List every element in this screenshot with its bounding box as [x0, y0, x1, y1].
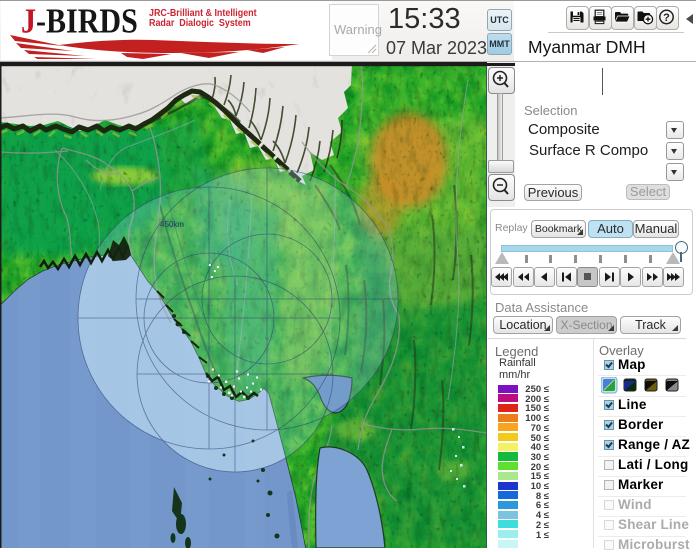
svg-text:450km: 450km	[160, 220, 184, 229]
svg-text:?: ?	[663, 12, 670, 24]
